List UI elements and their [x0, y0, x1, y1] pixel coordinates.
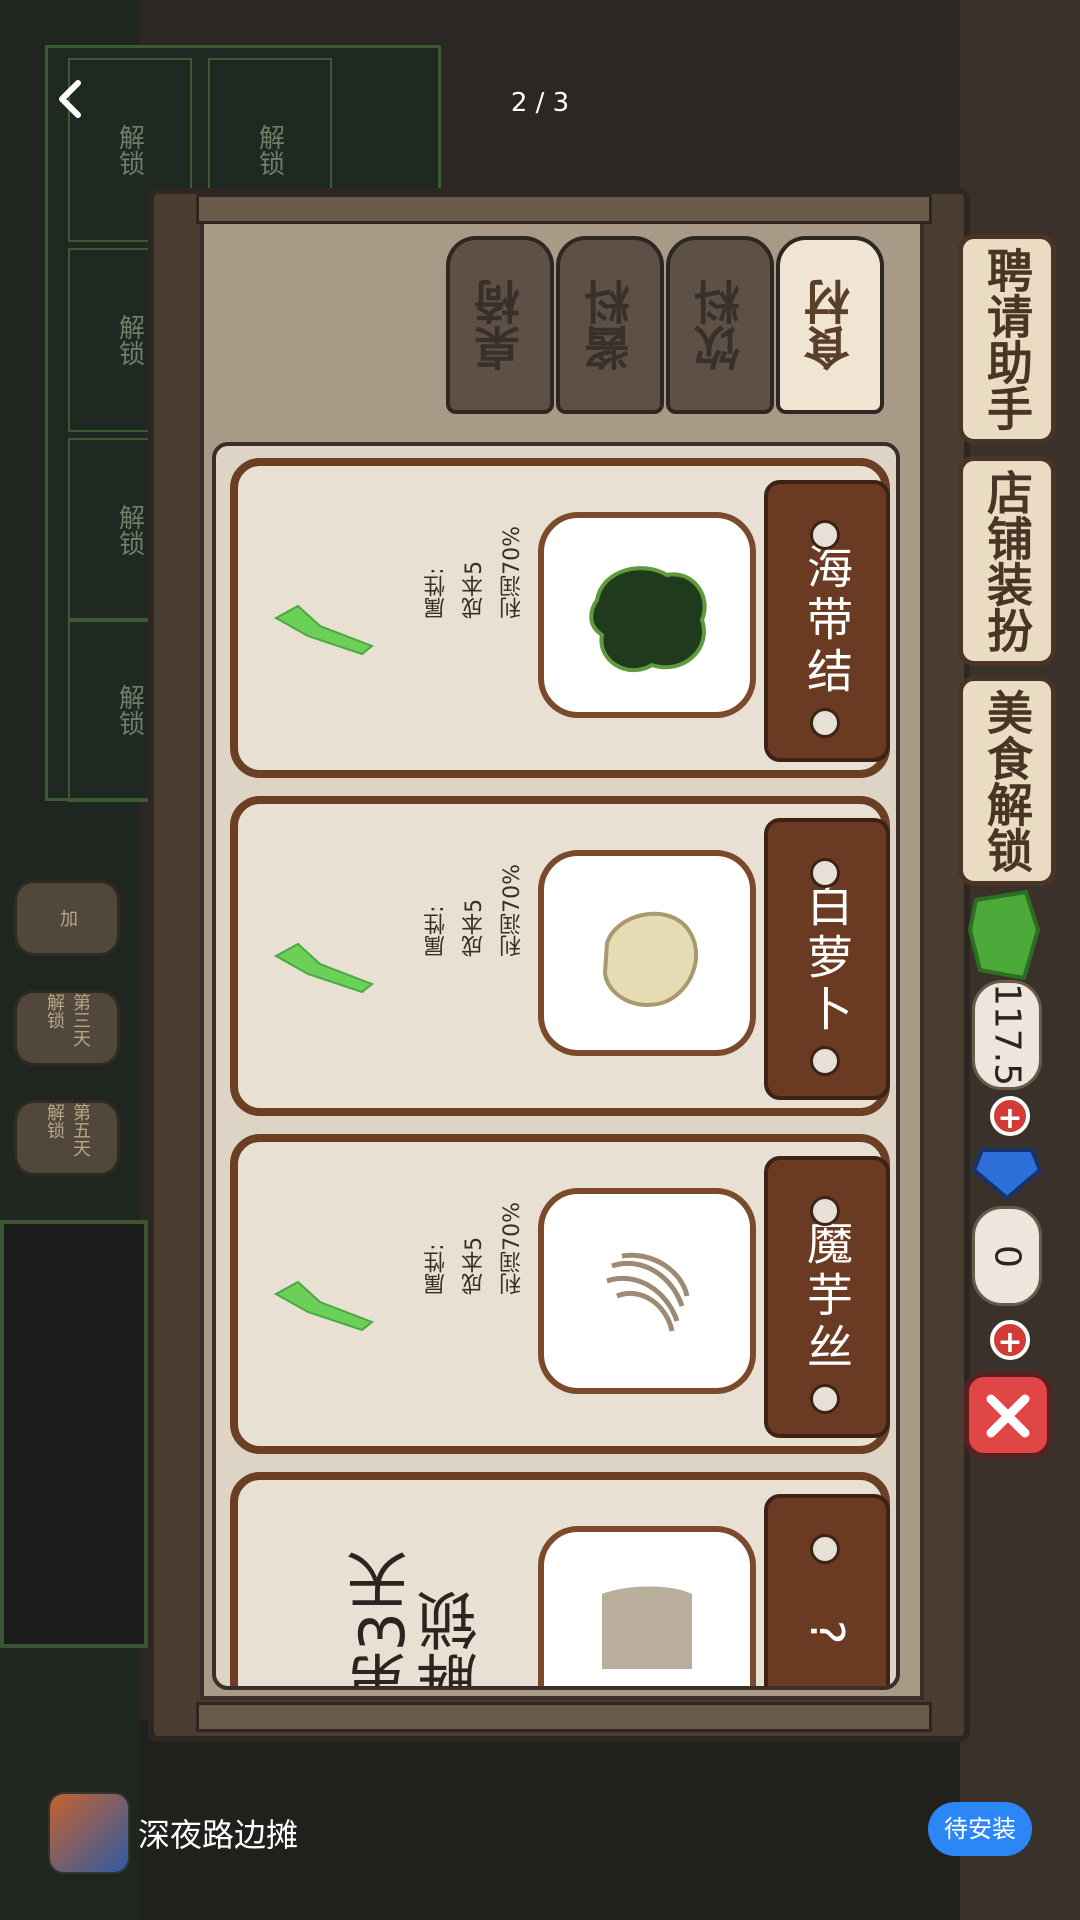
item-attributes: 属性: 成本5 利润70%	[418, 864, 532, 957]
gem-icon	[972, 1148, 1042, 1200]
tag-rivet	[810, 1534, 840, 1564]
tab-drinks[interactable]: 饮料	[666, 236, 774, 414]
tag-rivet	[810, 1196, 840, 1226]
tab-ingredients[interactable]: 食材	[776, 236, 884, 414]
attr-cost: 成本5	[462, 898, 487, 957]
tag-rivet	[810, 708, 840, 738]
locked-item-icon	[538, 1526, 756, 1686]
list-item[interactable]: 白萝卜 属性: 成本5 利润70%	[230, 796, 890, 1116]
food-list[interactable]: 海带结 属性: 成本5 利润70% 白萝卜 属性: 成本5 利润70% 魔芋丝	[212, 442, 900, 1690]
cash-amount: 117.5	[972, 980, 1042, 1090]
tag-rivet	[810, 1046, 840, 1076]
cash-icon	[967, 890, 1041, 980]
tag-rivet	[810, 1384, 840, 1414]
background-pot: 加	[14, 880, 120, 956]
attr-profit: 利润70%	[500, 864, 525, 957]
attr-title: 属性:	[424, 1243, 449, 1295]
unlock-day: 第3天	[346, 1550, 419, 1690]
tag-rivet	[810, 520, 840, 550]
list-item-locked[interactable]: ? 第3天 解锁	[230, 1472, 890, 1690]
install-button[interactable]: 待安装	[928, 1802, 1032, 1856]
unlocked-check-icon	[273, 1280, 374, 1332]
food-unlock-button[interactable]: 美食解锁	[958, 676, 1056, 886]
radish-icon	[538, 850, 756, 1056]
tab-furniture[interactable]: 桌椅	[446, 236, 554, 414]
list-item[interactable]: 海带结 属性: 成本5 利润70%	[230, 458, 890, 778]
app-name[interactable]: 深夜路边摊	[138, 1810, 298, 1856]
item-attributes: 属性: 成本5 利润70%	[418, 526, 532, 619]
attr-title: 属性:	[424, 905, 449, 957]
attr-profit: 利润70%	[500, 526, 525, 619]
unlock-condition: 第3天 解锁	[346, 1550, 489, 1690]
panel-rail-bottom	[196, 1702, 932, 1732]
tab-sauces[interactable]: 酱料	[556, 236, 664, 414]
unlocked-check-icon	[273, 942, 374, 994]
background-pot: 第三天解锁	[14, 990, 120, 1066]
shop-decor-button[interactable]: 店铺装扮	[958, 456, 1056, 666]
attr-cost: 成本5	[462, 1236, 487, 1295]
page-counter: 2 / 3	[510, 88, 570, 118]
attr-cost: 成本5	[462, 560, 487, 619]
unlock-label: 解锁	[416, 1589, 489, 1690]
close-icon	[986, 1394, 1030, 1438]
add-cash-button[interactable]: +	[990, 1096, 1030, 1136]
attr-title: 属性:	[424, 567, 449, 619]
item-name-tag: ?	[764, 1494, 890, 1686]
list-item[interactable]: 魔芋丝 属性: 成本5 利润70%	[230, 1134, 890, 1454]
panel-rail-top	[196, 194, 932, 224]
item-attributes: 属性: 成本5 利润70%	[418, 1202, 532, 1295]
add-gem-button[interactable]: +	[990, 1320, 1030, 1360]
background-table	[0, 1220, 148, 1648]
konjac-noodle-icon	[538, 1188, 756, 1394]
gem-amount: 0	[972, 1206, 1042, 1306]
kelp-knot-icon	[538, 512, 756, 718]
attr-profit: 利润70%	[500, 1202, 525, 1295]
close-button[interactable]	[964, 1372, 1052, 1458]
unlocked-check-icon	[273, 604, 374, 656]
tag-rivet	[810, 858, 840, 888]
app-icon[interactable]	[48, 1792, 130, 1874]
background-pot: 第五天解锁	[14, 1100, 120, 1176]
hire-assistant-button[interactable]: 聘请助手	[958, 234, 1056, 444]
